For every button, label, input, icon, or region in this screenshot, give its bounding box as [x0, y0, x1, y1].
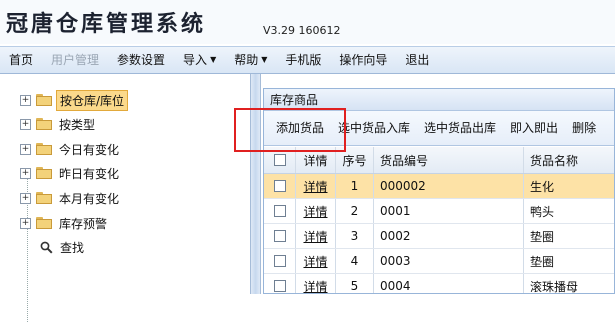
tree-item-stock-alert[interactable]: + 库存预警: [20, 212, 110, 234]
tree-item-label: 库存预警: [59, 216, 108, 231]
item-code: 0003: [374, 249, 524, 273]
annotation-highlight-box: [234, 108, 346, 152]
instant-in-out-button[interactable]: 即入即出: [503, 111, 565, 145]
menu-help[interactable]: 帮助 ▼: [225, 47, 276, 74]
tree-item-label: 按仓库/库位: [56, 89, 129, 111]
menu-import[interactable]: 导入 ▼: [174, 47, 225, 74]
menu-bar: 首页 用户管理 参数设置 导入 ▼ 帮助 ▼ 手机版 操作向导 退出: [0, 46, 615, 74]
menu-settings[interactable]: 参数设置: [108, 47, 174, 73]
table-row[interactable]: 详情 1 000002 生化: [264, 174, 614, 199]
menu-guide[interactable]: 操作向导: [330, 47, 396, 73]
tree-item-by-type[interactable]: + 按类型: [20, 113, 98, 135]
select-all-checkbox[interactable]: [273, 154, 286, 166]
item-name: 鸭头: [524, 199, 614, 223]
folder-icon: [36, 143, 52, 155]
menu-user-management[interactable]: 用户管理: [42, 47, 108, 73]
tree-item-label: 按类型: [59, 117, 96, 132]
app-title: 冠唐仓库管理系统: [6, 11, 207, 37]
row-checkbox[interactable]: [273, 255, 286, 267]
menu-mobile[interactable]: 手机版: [276, 47, 330, 73]
tree-item-label: 本月有变化: [59, 191, 120, 206]
folder-icon: [36, 94, 52, 106]
tree-item-label: 今日有变化: [59, 142, 120, 157]
expand-icon[interactable]: +: [20, 167, 31, 179]
item-code: 0002: [374, 224, 524, 248]
row-number: 3: [336, 224, 374, 248]
expand-icon[interactable]: +: [20, 94, 31, 106]
detail-link[interactable]: 详情: [303, 228, 327, 245]
tree-item-by-warehouse[interactable]: + 按仓库/库位: [20, 89, 129, 111]
stock-out-selected-button[interactable]: 选中货品出库: [417, 111, 503, 145]
tree-item-label: 昨日有变化: [59, 166, 120, 181]
item-name: 滚珠播母: [524, 274, 614, 294]
table-row[interactable]: 详情 5 0004 滚珠播母: [264, 274, 614, 294]
folder-icon: [36, 167, 52, 179]
tree-item-label: 查找: [60, 240, 85, 255]
item-code: 0001: [374, 199, 524, 223]
chevron-down-icon: ▼: [261, 55, 268, 65]
panel-splitter[interactable]: [250, 74, 261, 294]
expand-icon[interactable]: +: [20, 143, 31, 155]
detail-link[interactable]: 详情: [303, 278, 327, 294]
row-number: 4: [336, 249, 374, 273]
app-header: 冠唐仓库管理系统 V3.29 160612: [0, 0, 615, 44]
row-checkbox[interactable]: [273, 280, 286, 292]
item-name: 生化: [524, 174, 614, 198]
table-row[interactable]: 详情 3 0002 垫圈: [264, 224, 614, 249]
item-name: 垫圈: [524, 249, 614, 273]
table-row[interactable]: 详情 4 0003 垫圈: [264, 249, 614, 274]
delete-button[interactable]: 删除: [565, 111, 603, 145]
row-number: 2: [336, 199, 374, 223]
tree-item-today[interactable]: + 今日有变化: [20, 138, 122, 160]
row-number: 5: [336, 274, 374, 293]
row-number: 1: [336, 174, 374, 198]
row-checkbox[interactable]: [273, 180, 286, 192]
folder-icon: [36, 118, 52, 130]
expand-icon[interactable]: +: [20, 118, 31, 130]
row-checkbox[interactable]: [273, 230, 286, 242]
tree-item-search[interactable]: 查找: [40, 236, 87, 258]
folder-icon: [36, 192, 52, 204]
category-tree: + 按仓库/库位 + 按类型 + 今日有变化 + 昨日有变化 + 本月有变化 +…: [0, 74, 250, 322]
table-row[interactable]: 详情 2 0001 鸭头: [264, 199, 614, 224]
app-version: V3.29 160612: [263, 24, 341, 37]
column-item-code[interactable]: 货品编号: [374, 147, 524, 173]
menu-home[interactable]: 首页: [0, 47, 42, 73]
folder-icon: [36, 217, 52, 229]
column-item-name[interactable]: 货品名称: [524, 147, 614, 173]
expand-icon[interactable]: +: [20, 217, 31, 229]
expand-icon[interactable]: +: [20, 192, 31, 204]
detail-link[interactable]: 详情: [303, 253, 327, 270]
tree-item-this-month[interactable]: + 本月有变化: [20, 187, 122, 209]
item-code: 000002: [374, 174, 524, 198]
menu-exit[interactable]: 退出: [396, 47, 438, 73]
item-code: 0004: [374, 274, 524, 293]
row-checkbox[interactable]: [273, 205, 286, 217]
search-icon: [40, 241, 53, 254]
chevron-down-icon: ▼: [210, 55, 217, 65]
tree-item-yesterday[interactable]: + 昨日有变化: [20, 162, 122, 184]
detail-link[interactable]: 详情: [303, 203, 327, 220]
item-name: 垫圈: [524, 224, 614, 248]
detail-link[interactable]: 详情: [303, 178, 327, 195]
